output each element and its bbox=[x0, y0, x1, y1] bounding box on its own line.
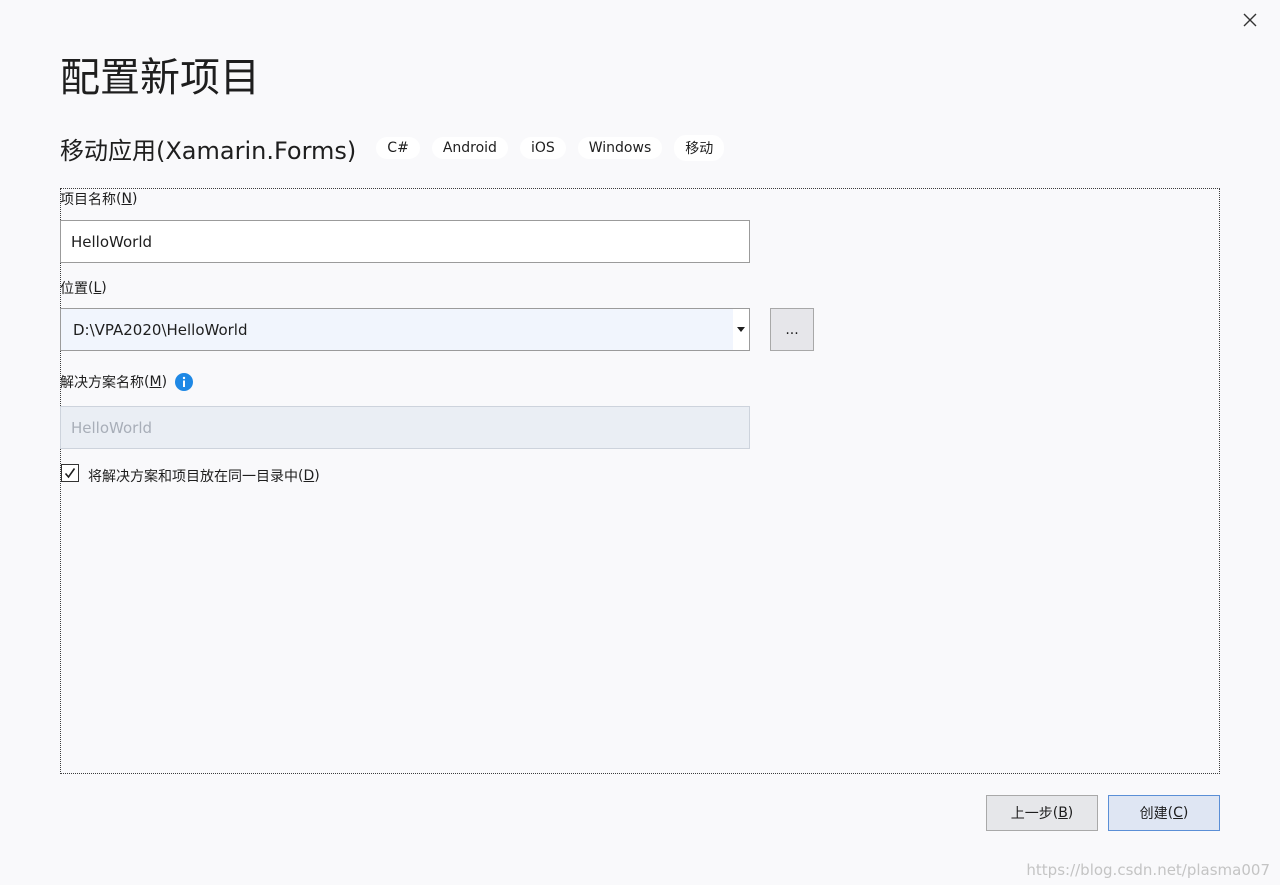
project-name-label: 项目名称(N) bbox=[60, 191, 138, 208]
browse-label: ... bbox=[785, 321, 799, 338]
watermark: https://blog.csdn.net/plasma007 bbox=[1026, 861, 1270, 879]
project-name-input[interactable] bbox=[60, 220, 750, 263]
template-summary: 移动应用(Xamarin.Forms) C# Android iOS Windo… bbox=[60, 130, 736, 166]
info-icon[interactable] bbox=[175, 373, 194, 391]
close-icon bbox=[1243, 13, 1257, 27]
browse-button[interactable]: ... bbox=[770, 308, 814, 351]
solution-name-value: HelloWorld bbox=[71, 418, 153, 437]
template-name: 移动应用(Xamarin.Forms) bbox=[60, 136, 357, 165]
same-directory-label[interactable]: 将解决方案和项目放在同一目录中(D) bbox=[88, 466, 320, 486]
create-access-key: C bbox=[1173, 805, 1183, 821]
page-title: 配置新项目 bbox=[60, 55, 260, 101]
close-button[interactable] bbox=[1236, 6, 1264, 34]
location-dropdown-button[interactable] bbox=[733, 309, 749, 350]
create-button[interactable]: 创建(C) bbox=[1108, 795, 1220, 831]
location-access-key: L bbox=[93, 280, 102, 296]
solution-name-label: 解决方案名称(M) bbox=[60, 372, 194, 392]
solution-name-label-text: 解决方案名称 bbox=[60, 375, 144, 391]
tag-language: C# bbox=[376, 137, 420, 159]
back-access-key: B bbox=[1058, 805, 1068, 821]
location-value: D:\VPA2020\HelloWorld bbox=[73, 320, 248, 339]
project-name-label-text: 项目名称 bbox=[60, 192, 116, 208]
same-directory-label-text: 将解决方案和项目放在同一目录中 bbox=[88, 469, 298, 485]
tag-windows: Windows bbox=[577, 137, 663, 159]
location-combobox[interactable]: D:\VPA2020\HelloWorld bbox=[60, 308, 750, 351]
back-button-label: 上一步 bbox=[1010, 806, 1053, 822]
same-directory-checkbox[interactable] bbox=[61, 464, 79, 482]
project-name-access-key: N bbox=[121, 191, 132, 207]
same-directory-access-key: D bbox=[303, 468, 315, 484]
tag-android: Android bbox=[431, 137, 508, 159]
chevron-down-icon bbox=[737, 327, 745, 332]
solution-name-input: HelloWorld bbox=[60, 406, 750, 449]
checkmark-icon bbox=[64, 468, 76, 479]
tag-ios: iOS bbox=[519, 137, 566, 159]
tag-mobile: 移动 bbox=[674, 135, 725, 161]
create-button-label: 创建 bbox=[1139, 806, 1168, 822]
back-button[interactable]: 上一步(B) bbox=[986, 795, 1098, 831]
solution-name-access-key: M bbox=[149, 374, 162, 390]
location-label: 位置(L) bbox=[60, 280, 107, 297]
location-label-text: 位置 bbox=[60, 281, 88, 297]
info-circle-icon bbox=[175, 373, 194, 391]
